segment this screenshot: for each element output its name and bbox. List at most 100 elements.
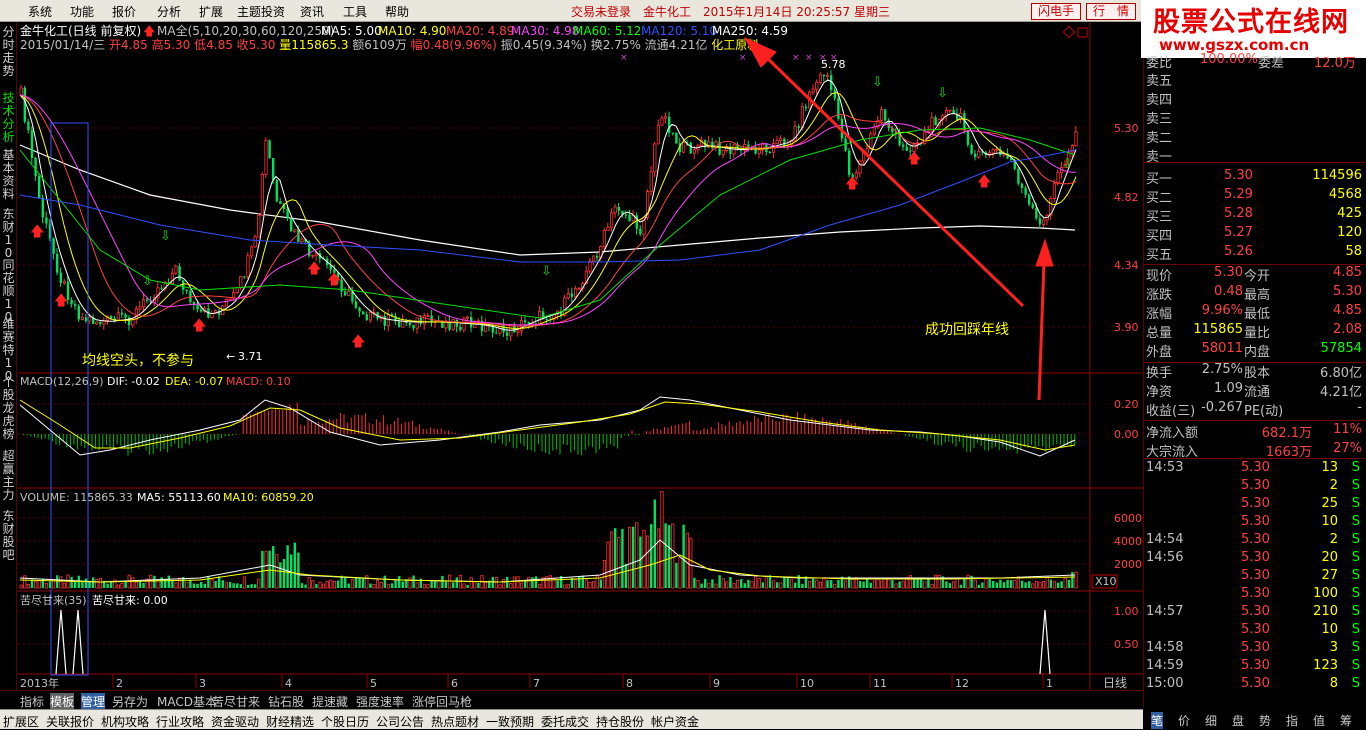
- stock-chart[interactable]: 金牛化工(日线 前复权) 🡅 MA全(5,10,20,30,60,120,250…: [18, 22, 1143, 690]
- tick-volume: 2: [1329, 478, 1338, 493]
- diamond-icon[interactable]: [1062, 25, 1076, 39]
- right-tab[interactable]: 筹: [1340, 712, 1352, 729]
- status-item[interactable]: 帐户资金: [651, 713, 699, 730]
- volume-bar-up: [818, 581, 823, 589]
- candle-down: [408, 323, 412, 326]
- indicator-tab[interactable]: 苦尽甘来: [212, 693, 260, 710]
- volume-bar-down: [783, 576, 786, 588]
- volume-bar-up: [757, 578, 761, 589]
- status-item[interactable]: 行业攻略: [156, 713, 204, 730]
- right-tab[interactable]: 细: [1205, 712, 1217, 729]
- volume-bar-up: [224, 582, 228, 589]
- status-item[interactable]: 一致预期: [486, 713, 534, 730]
- candle-up: [872, 126, 877, 135]
- candle-down: [1024, 187, 1027, 195]
- tab-weisaite[interactable]: 维赛特10: [1, 318, 16, 383]
- candle-up: [311, 254, 315, 257]
- menu-analysis[interactable]: 分析: [157, 3, 181, 20]
- menu-tools[interactable]: 工具: [343, 3, 367, 20]
- tick-side: S: [1351, 586, 1360, 601]
- tick-volume: 123: [1313, 658, 1338, 673]
- volume-label: VOLUME: 115865.33: [20, 491, 133, 504]
- indicator-tab[interactable]: 钻石股: [268, 693, 304, 710]
- indicator-tab[interactable]: 模板: [50, 693, 75, 710]
- quote-button[interactable]: 行 情: [1086, 3, 1136, 20]
- volume-bar-down: [354, 577, 358, 588]
- tab-super-main[interactable]: 超赢主力: [1, 450, 16, 502]
- volume-bar-down: [959, 584, 962, 588]
- status-item[interactable]: 机构攻略: [101, 713, 149, 730]
- quote-label: PE(动): [1244, 404, 1284, 419]
- square-icon[interactable]: [1077, 27, 1088, 38]
- status-item[interactable]: 财经精选: [266, 713, 314, 730]
- menu-extend[interactable]: 扩展: [199, 3, 223, 20]
- tab-tonghuashun[interactable]: 同花顺10: [1, 259, 16, 324]
- sell-level-label: 卖四: [1146, 93, 1173, 108]
- right-tab[interactable]: 盘: [1232, 712, 1244, 729]
- status-item[interactable]: 持仓股份: [596, 713, 644, 730]
- volume-bar-down: [1002, 582, 1006, 588]
- right-tab[interactable]: 笔: [1151, 712, 1164, 729]
- menu-function[interactable]: 功能: [70, 3, 94, 20]
- cross-marker-icon: ×: [819, 53, 827, 63]
- candle-down: [365, 314, 368, 321]
- status-item[interactable]: 个股日历: [321, 713, 369, 730]
- candle-down: [196, 305, 199, 310]
- indicator-tab[interactable]: 强度速率: [356, 693, 404, 710]
- candle-down: [430, 315, 433, 322]
- volume-bar-up: [772, 580, 776, 589]
- menu-theme[interactable]: 主题投资: [237, 3, 285, 20]
- volume-bar-down: [196, 583, 199, 588]
- tab-timeshare[interactable]: 分时走势: [1, 26, 16, 78]
- month-label: 12: [955, 677, 969, 690]
- weibi-label: 委比: [1146, 56, 1173, 71]
- right-tab[interactable]: 势: [1259, 712, 1271, 729]
- indicator-tab[interactable]: MACD基本: [157, 693, 217, 710]
- volume-bar-down: [282, 559, 286, 588]
- tab-fundamental[interactable]: 基本资料: [1, 149, 16, 201]
- menu-quote[interactable]: 报价: [112, 3, 136, 20]
- right-tab[interactable]: 价: [1178, 712, 1190, 729]
- status-item[interactable]: 公司公告: [376, 713, 424, 730]
- candle-up: [520, 319, 524, 332]
- status-item[interactable]: 热点题材: [431, 713, 479, 730]
- buy-volume: 4568: [1328, 187, 1362, 202]
- volume-bar-down: [214, 580, 217, 588]
- candle-up: [869, 133, 873, 150]
- menu-news[interactable]: 资讯: [300, 3, 324, 20]
- candle-down: [38, 176, 41, 198]
- volume-bar-down: [390, 583, 394, 588]
- quote-label: 量比: [1244, 326, 1271, 341]
- status-item[interactable]: 关联报价: [46, 713, 94, 730]
- quote-value: 115865: [1193, 322, 1243, 337]
- tab-guba[interactable]: 东财股吧: [1, 510, 16, 562]
- status-item[interactable]: 委托成交: [541, 713, 589, 730]
- indicator-tab[interactable]: 提速藏: [312, 693, 348, 710]
- period-label[interactable]: 日线: [1103, 676, 1127, 690]
- volume-bar-up: [1052, 581, 1056, 589]
- volume-bar-up: [23, 575, 27, 589]
- right-tab[interactable]: 值: [1313, 712, 1325, 729]
- volume-bar-up: [736, 579, 740, 589]
- menu-system[interactable]: 系统: [28, 3, 52, 20]
- tick-price: 5.30: [1241, 514, 1270, 529]
- tab-dragon-tiger[interactable]: 个股龙虎榜: [1, 376, 16, 441]
- indicator-tab[interactable]: 指标: [20, 693, 44, 710]
- volume-bar-up: [116, 584, 120, 589]
- candle-down: [966, 129, 970, 145]
- tab-technical[interactable]: 技术分析: [1, 92, 16, 144]
- indicator-tab[interactable]: 涨停回马枪: [412, 693, 472, 710]
- quote-value: 4.85: [1333, 303, 1362, 318]
- right-tab[interactable]: 指: [1286, 712, 1298, 729]
- volume-bar-up: [210, 579, 214, 589]
- status-item[interactable]: 资金驱动: [211, 713, 259, 730]
- indicator-tab[interactable]: 另存为: [112, 693, 148, 710]
- candle-down: [1020, 183, 1024, 188]
- volume-bar-down: [786, 577, 790, 588]
- menu-help[interactable]: 帮助: [385, 3, 409, 20]
- flash-trade-button[interactable]: 闪电手: [1031, 3, 1081, 20]
- tab-dongcai[interactable]: 东财10: [1, 208, 16, 260]
- indicator-tab[interactable]: 管理: [81, 693, 106, 710]
- volume-bar-up: [422, 584, 427, 589]
- status-item[interactable]: 扩展区: [3, 713, 39, 730]
